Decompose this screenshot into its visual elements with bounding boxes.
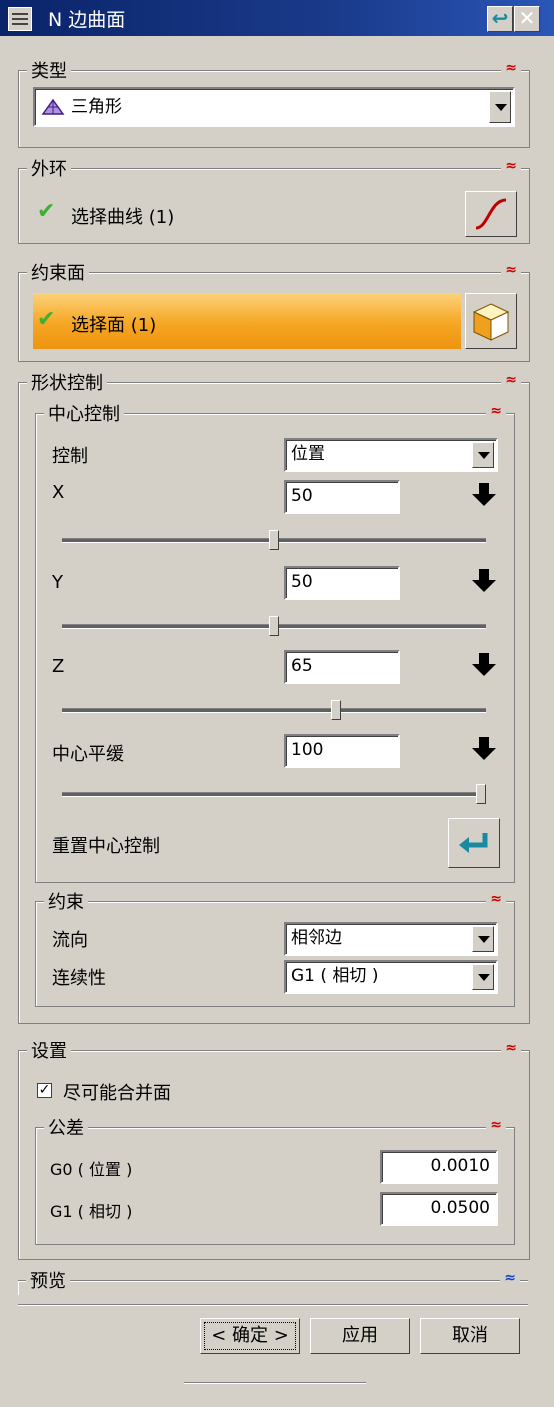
n-sided-surface-dialog: N 边曲面 ↩ ✕ 类型 ≈ 三角形 外环 ≈ ✔ 选择曲线 (1) 约束面 ≈… xyxy=(0,0,554,1407)
flow-label: 流向 xyxy=(52,930,88,951)
y-label: Y xyxy=(52,572,63,593)
type-group-title: 类型 xyxy=(27,57,71,83)
constraint-group: 约束 ≈ 流向 相邻边 连续性 G1 ( 相切 ) xyxy=(35,888,515,1007)
flow-dropdown[interactable]: 相邻边 xyxy=(284,922,498,956)
reset-center-button[interactable] xyxy=(448,818,500,868)
shape-control-title: 形状控制 xyxy=(27,369,107,395)
outer-loop-group: 外环 ≈ ✔ 选择曲线 (1) xyxy=(18,155,530,244)
collapse-icon[interactable]: ≈ xyxy=(501,373,521,387)
center-flat-value: 100 xyxy=(291,740,324,760)
type-dropdown[interactable]: 三角形 xyxy=(33,87,515,127)
tolerance-title: 公差 xyxy=(44,1114,88,1140)
select-curve-button[interactable] xyxy=(465,191,517,237)
cancel-button[interactable]: 取消 xyxy=(420,1318,520,1354)
apply-button[interactable]: 应用 xyxy=(310,1318,410,1354)
reset-arrow-icon xyxy=(459,833,488,853)
preview-group[interactable]: 预览 ≈ xyxy=(18,1267,528,1295)
window-menu-icon[interactable] xyxy=(8,7,32,31)
merge-faces-label: 尽可能合并面 xyxy=(63,1083,171,1104)
outer-loop-title: 外环 xyxy=(27,155,71,181)
flow-value: 相邻边 xyxy=(291,928,342,948)
x-input[interactable]: 50 xyxy=(284,480,400,514)
close-icon[interactable]: ✕ xyxy=(514,6,540,32)
collapse-icon[interactable]: ≈ xyxy=(501,1041,521,1055)
settings-group: 设置 ≈ ✓ 尽可能合并面 公差 ≈ G0 ( 位置 ) 0.0010 G1 (… xyxy=(18,1037,530,1260)
center-flat-slider-track[interactable] xyxy=(62,792,486,797)
g1-value: 0.0500 xyxy=(430,1198,490,1218)
divider xyxy=(18,1304,528,1306)
dropdown-arrow-icon[interactable] xyxy=(472,964,494,990)
collapse-icon[interactable]: ≈ xyxy=(486,892,506,906)
x-options-icon[interactable] xyxy=(470,480,498,510)
checkmark-icon: ✔ xyxy=(37,307,56,332)
control-dropdown[interactable]: 位置 xyxy=(284,438,498,472)
curve-icon xyxy=(475,198,507,230)
x-slider-thumb[interactable] xyxy=(269,530,279,550)
shape-control-group: 形状控制 ≈ 中心控制 ≈ 控制 位置 X 50 Y 50 Z 65 中心平缓 … xyxy=(18,369,530,1024)
reset-center-label: 重置中心控制 xyxy=(52,836,160,857)
g0-input[interactable]: 0.0010 xyxy=(380,1150,498,1184)
collapse-icon[interactable]: ≈ xyxy=(486,1118,506,1132)
merge-faces-checkbox[interactable]: ✓ xyxy=(37,1083,52,1098)
y-slider-thumb[interactable] xyxy=(269,616,279,636)
select-face-row[interactable]: ✔ 选择面 (1) xyxy=(33,293,461,349)
continuity-value: G1 ( 相切 ) xyxy=(291,966,379,986)
type-selected: 三角形 xyxy=(71,97,122,117)
resize-grip[interactable] xyxy=(184,1382,366,1384)
type-group: 类型 ≈ 三角形 xyxy=(18,57,530,148)
constraint-face-title: 约束面 xyxy=(27,259,89,285)
center-flat-options-icon[interactable] xyxy=(470,734,498,764)
triangle-surface-icon xyxy=(41,98,65,115)
center-flat-label: 中心平缓 xyxy=(52,744,124,765)
control-label: 控制 xyxy=(52,446,88,467)
constraint-face-group: 约束面 ≈ ✔ 选择面 (1) xyxy=(18,259,530,362)
collapse-icon[interactable]: ≈ xyxy=(486,404,506,418)
constraint-title: 约束 xyxy=(44,888,88,914)
z-options-icon[interactable] xyxy=(470,650,498,680)
g1-input[interactable]: 0.0500 xyxy=(380,1192,498,1226)
select-face-label: 选择面 (1) xyxy=(71,315,157,336)
continuity-label: 连续性 xyxy=(52,968,106,989)
z-label: Z xyxy=(52,656,65,677)
checkmark-icon: ✔ xyxy=(37,199,56,224)
ok-button[interactable]: < 确定 > xyxy=(200,1318,300,1354)
center-flat-input[interactable]: 100 xyxy=(284,734,400,768)
g1-label: G1 ( 相切 ) xyxy=(50,1202,133,1221)
z-slider-track[interactable] xyxy=(62,708,486,713)
window-title: N 边曲面 xyxy=(48,9,126,31)
y-input[interactable]: 50 xyxy=(284,566,400,600)
z-slider-thumb[interactable] xyxy=(331,700,342,720)
collapse-icon[interactable]: ≈ xyxy=(501,263,521,277)
expand-icon[interactable]: ≈ xyxy=(500,1271,520,1285)
collapse-icon[interactable]: ≈ xyxy=(501,61,521,75)
settings-title: 设置 xyxy=(27,1037,71,1063)
preview-title: 预览 xyxy=(26,1267,70,1293)
continuity-dropdown[interactable]: G1 ( 相切 ) xyxy=(284,960,498,994)
select-curve-label[interactable]: 选择曲线 (1) xyxy=(71,203,174,229)
center-flat-slider-thumb[interactable] xyxy=(476,784,486,804)
g0-value: 0.0010 xyxy=(430,1156,490,1176)
tolerance-group: 公差 ≈ G0 ( 位置 ) 0.0010 G1 ( 相切 ) 0.0500 xyxy=(35,1114,515,1245)
y-value: 50 xyxy=(291,572,313,592)
solid-face-icon xyxy=(472,303,510,341)
z-input[interactable]: 65 xyxy=(284,650,400,684)
select-face-button[interactable] xyxy=(465,293,517,349)
center-control-title: 中心控制 xyxy=(44,400,124,426)
dropdown-arrow-icon[interactable] xyxy=(489,91,511,123)
dropdown-arrow-icon[interactable] xyxy=(472,926,494,952)
control-value: 位置 xyxy=(291,444,325,464)
dropdown-arrow-icon[interactable] xyxy=(472,442,494,468)
g0-label: G0 ( 位置 ) xyxy=(50,1160,133,1179)
x-value: 50 xyxy=(291,486,313,506)
y-options-icon[interactable] xyxy=(470,566,498,596)
back-icon[interactable]: ↩ xyxy=(487,6,513,32)
x-label: X xyxy=(52,482,65,503)
z-value: 65 xyxy=(291,656,313,676)
title-bar: N 边曲面 ↩ ✕ xyxy=(0,0,554,36)
collapse-icon[interactable]: ≈ xyxy=(501,159,521,173)
center-control-group: 中心控制 ≈ 控制 位置 X 50 Y 50 Z 65 中心平缓 100 重置中… xyxy=(35,400,515,883)
